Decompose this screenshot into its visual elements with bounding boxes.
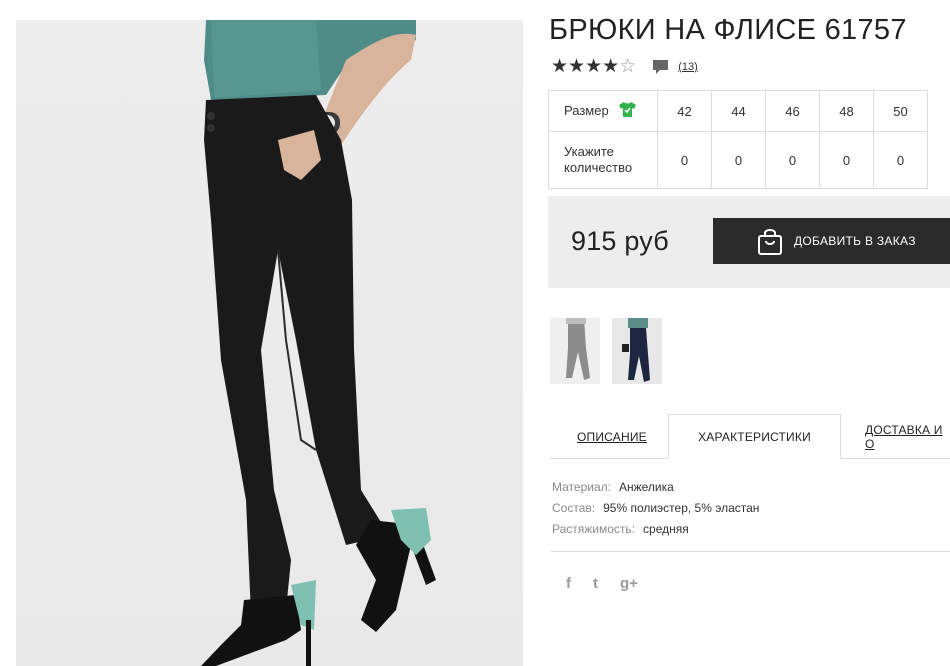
comment-icon (652, 59, 669, 75)
add-to-order-label: ДОБАВИТЬ В ЗАКАЗ (794, 234, 916, 248)
star-filled-icon[interactable]: ★ (602, 57, 619, 76)
specifications: Материал: Анжелика Состав: 95% полиэстер… (552, 477, 759, 540)
spec-value: Анжелика (618, 480, 674, 494)
spec-key: Растяжимость: (552, 522, 636, 536)
size-option[interactable]: 42 (657, 90, 712, 132)
product-title: БРЮКИ НА ФЛИСЕ 61757 (549, 14, 907, 46)
main-product-photo[interactable] (16, 20, 523, 666)
spec-key: Материал: (552, 480, 611, 494)
quantity-label: Укажите количество (548, 131, 658, 189)
star-empty-icon[interactable]: ☆ (619, 57, 636, 76)
quantity-input[interactable]: 0 (711, 131, 766, 189)
spec-row: Растяжимость: средняя (552, 519, 759, 540)
size-option[interactable]: 44 (711, 90, 766, 132)
spec-value: 95% полиэстер, 5% эластан (603, 501, 760, 515)
size-label: Размер (564, 102, 609, 118)
size-option[interactable]: 48 (819, 90, 874, 132)
product-price: 915 руб (571, 226, 669, 256)
tab-delivery[interactable]: ДОСТАВКА И О (865, 414, 950, 459)
thumbnail-strip (550, 318, 674, 384)
size-option[interactable]: 50 (873, 90, 928, 132)
tab-description[interactable]: ОПИСАНИЕ (577, 414, 647, 459)
quantity-input[interactable]: 0 (657, 131, 712, 189)
twitter-icon[interactable]: t (593, 575, 598, 592)
star-filled-icon[interactable]: ★ (585, 57, 602, 76)
add-to-order-button[interactable]: ДОБАВИТЬ В ЗАКАЗ (713, 218, 950, 264)
price-box: 915 руб ДОБАВИТЬ В ЗАКАЗ (548, 196, 950, 288)
google-plus-icon[interactable]: g+ (620, 575, 638, 592)
spec-row: Материал: Анжелика (552, 477, 759, 498)
spec-row: Состав: 95% полиэстер, 5% эластан (552, 498, 759, 519)
size-table: Размер 42 44 46 48 50 Укажите количество… (548, 90, 928, 189)
star-filled-icon[interactable]: ★ (551, 57, 568, 76)
spec-key: Состав: (552, 501, 596, 515)
product-tabs: ОПИСАНИЕ ХАРАКТЕРИСТИКИ ДОСТАВКА И О (550, 414, 950, 459)
tshirt-icon[interactable] (618, 101, 637, 122)
thumbnail-grey-pants[interactable] (550, 318, 600, 384)
size-label-cell: Размер (548, 90, 658, 132)
size-option[interactable]: 46 (765, 90, 820, 132)
spec-value: средняя (643, 522, 689, 536)
facebook-icon[interactable]: f (566, 575, 571, 592)
tab-characteristics[interactable]: ХАРАКТЕРИСТИКИ (668, 414, 841, 459)
star-filled-icon[interactable]: ★ (568, 57, 585, 76)
quantity-row: Укажите количество 0 0 0 0 0 (548, 131, 928, 189)
rating-stars[interactable]: ★ ★ ★ ★ ☆ (551, 57, 636, 76)
thumbnail-navy-pants[interactable] (612, 318, 662, 384)
review-count-link[interactable]: (13) (678, 61, 698, 73)
bag-icon (757, 227, 783, 258)
size-row: Размер 42 44 46 48 50 (548, 90, 928, 132)
product-image-pants (201, 20, 436, 666)
product-rating: ★ ★ ★ ★ ☆ (13) (551, 57, 698, 76)
section-divider (551, 551, 950, 552)
quantity-input[interactable]: 0 (873, 131, 928, 189)
social-share: f t g+ (566, 575, 660, 592)
quantity-input[interactable]: 0 (765, 131, 820, 189)
quantity-input[interactable]: 0 (819, 131, 874, 189)
